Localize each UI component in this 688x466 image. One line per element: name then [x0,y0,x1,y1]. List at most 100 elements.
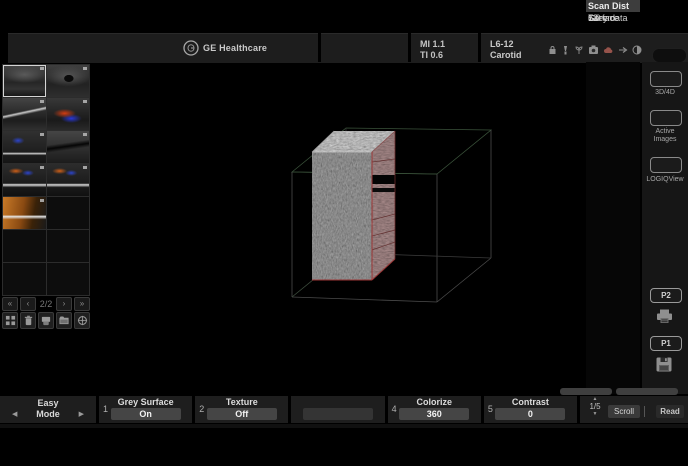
mode-prev-arrow[interactable]: ◀ [12,410,17,418]
softkey-number: 5 [488,404,493,414]
cloud-icon [603,45,614,55]
softkey-value-button[interactable]: 0 [495,408,565,420]
softkey-contrast: 5 Contrast 0 [484,396,577,423]
divider [644,406,645,417]
trackball-indicator [652,48,687,63]
target-button[interactable] [74,312,90,329]
scroll-button[interactable]: Scroll [608,405,640,418]
active-images-label: ActiveImages [642,128,688,144]
ge-logo [183,40,199,56]
bottom-strip [0,424,688,428]
target-icon [77,315,88,326]
topbar-divider [318,33,321,62]
rendered-volume[interactable] [312,131,395,280]
camera-icon [588,45,599,55]
softkey-number: 4 [392,404,397,414]
topbar-divider [478,33,481,62]
mode-selector-line2: Mode [36,409,60,419]
plant-icon [574,45,584,55]
softkey-colorize: 4 Colorize 360 [388,396,481,423]
page-down-icon[interactable]: ▼ [586,411,604,417]
mode-3d4d-label: 3D/4D [642,89,688,97]
thumbnail-spectral-orange[interactable] [3,197,46,229]
mode-selector: Easy ◀ Mode ▶ [0,396,96,423]
volume-render-view[interactable] [90,62,586,394]
trash-icon [23,315,34,326]
floppy-disk-icon [656,357,672,372]
softkey-value-button[interactable]: Off [207,408,277,420]
softkey-label [291,397,384,408]
lock-icon [548,45,557,55]
softkey-value-button[interactable] [303,408,373,420]
partial-button [560,388,612,395]
save-button[interactable] [656,357,672,377]
printer-icon [656,309,673,324]
softkey-label: Contrast [484,397,577,408]
next-page-button[interactable]: › [56,297,72,311]
clipboard-pager: « ‹ 2/2 › » [2,297,90,311]
thumbnail-spectral-color[interactable] [47,164,90,196]
mi-readout: MI 1.1 [420,39,445,49]
ti-readout: TI 0.6 [420,50,443,60]
transducer-icon [561,45,570,55]
folder-button[interactable] [56,312,72,329]
softkey-label: Colorize [388,397,481,408]
logiqview-button[interactable] [650,157,682,173]
archive-button[interactable] [38,312,54,329]
softkey-texture: 2 Texture Off [195,396,288,423]
logiqview-label: LOGIQView [642,176,688,184]
thumbnail-empty-cell [3,263,46,295]
thumbnail-spectral-color[interactable] [3,164,46,196]
softkey-page-stepper[interactable]: ▲ 1/5 ▼ [586,396,604,423]
print-button[interactable] [656,309,673,329]
softkey-number: 2 [199,404,204,414]
archive-icon [40,315,52,326]
partial-button [616,388,678,395]
softkey-grey-surface: 1 Grey Surface On [99,396,192,423]
mode-3d4d-button[interactable] [650,71,682,87]
thumbnail-bmode-oval[interactable] [47,65,90,97]
clipboard-sidebar [2,64,90,296]
thumbnail-empty-cell [47,197,90,229]
folder-icon [58,315,70,326]
softkey-page-indicator: 1/5 [586,402,604,411]
mode-next-arrow[interactable]: ▶ [79,410,84,418]
ultrasound-screen: GE Healthcare MI 1.1 TI 0.6 L6-12 Caroti… [0,0,688,466]
softkey-row: 1 Grey Surface On 2 Texture Off 4 Colori… [99,396,577,423]
setting-scan-dist: Scan Dist 6.0 cm [586,0,640,24]
brand-label: GE Healthcare [203,43,267,53]
active-images-button[interactable] [650,110,682,126]
page-indicator: 2/2 [38,299,54,309]
delete-button[interactable] [20,312,36,329]
softkey-value-button[interactable]: On [111,408,181,420]
thumbnail-bmode-bright-line[interactable] [3,98,46,130]
thumbnail-bmode-dark-line[interactable] [47,131,90,163]
thumbnail-empty-cell [3,230,46,262]
setting-label[interactable]: Scan Dist [586,0,640,12]
probe-label: L6-12 [490,39,514,49]
first-page-button[interactable]: « [2,297,18,311]
p2-button[interactable]: P2 [650,288,682,303]
mode-selector-line1: Easy [0,398,96,408]
render-settings-panel [586,62,640,394]
clipboard-toolbar [2,312,90,329]
prev-page-button[interactable]: ‹ [20,297,36,311]
thumbnail-bmode[interactable] [3,65,46,97]
softkey-label: Grey Surface [99,397,192,408]
status-icon-row [548,45,642,55]
read-button[interactable]: Read [656,405,684,418]
contrast-icon [632,45,642,55]
softkey-value-button[interactable]: 360 [399,408,469,420]
grid-layout-button[interactable] [2,312,18,329]
preset-label: Carotid [490,50,522,60]
p1-button[interactable]: P1 [650,336,682,351]
last-page-button[interactable]: » [74,297,90,311]
thumbnail-empty-cell [47,263,90,295]
grid-layout-icon [5,315,16,326]
thumbnail-empty-cell [47,230,90,262]
thumbnail-doppler-flow[interactable] [47,98,90,130]
softkey-number: 1 [103,404,108,414]
topbar-divider [408,33,411,62]
softkey-blank [291,396,384,423]
thumbnail-doppler-spectral[interactable] [3,131,46,163]
